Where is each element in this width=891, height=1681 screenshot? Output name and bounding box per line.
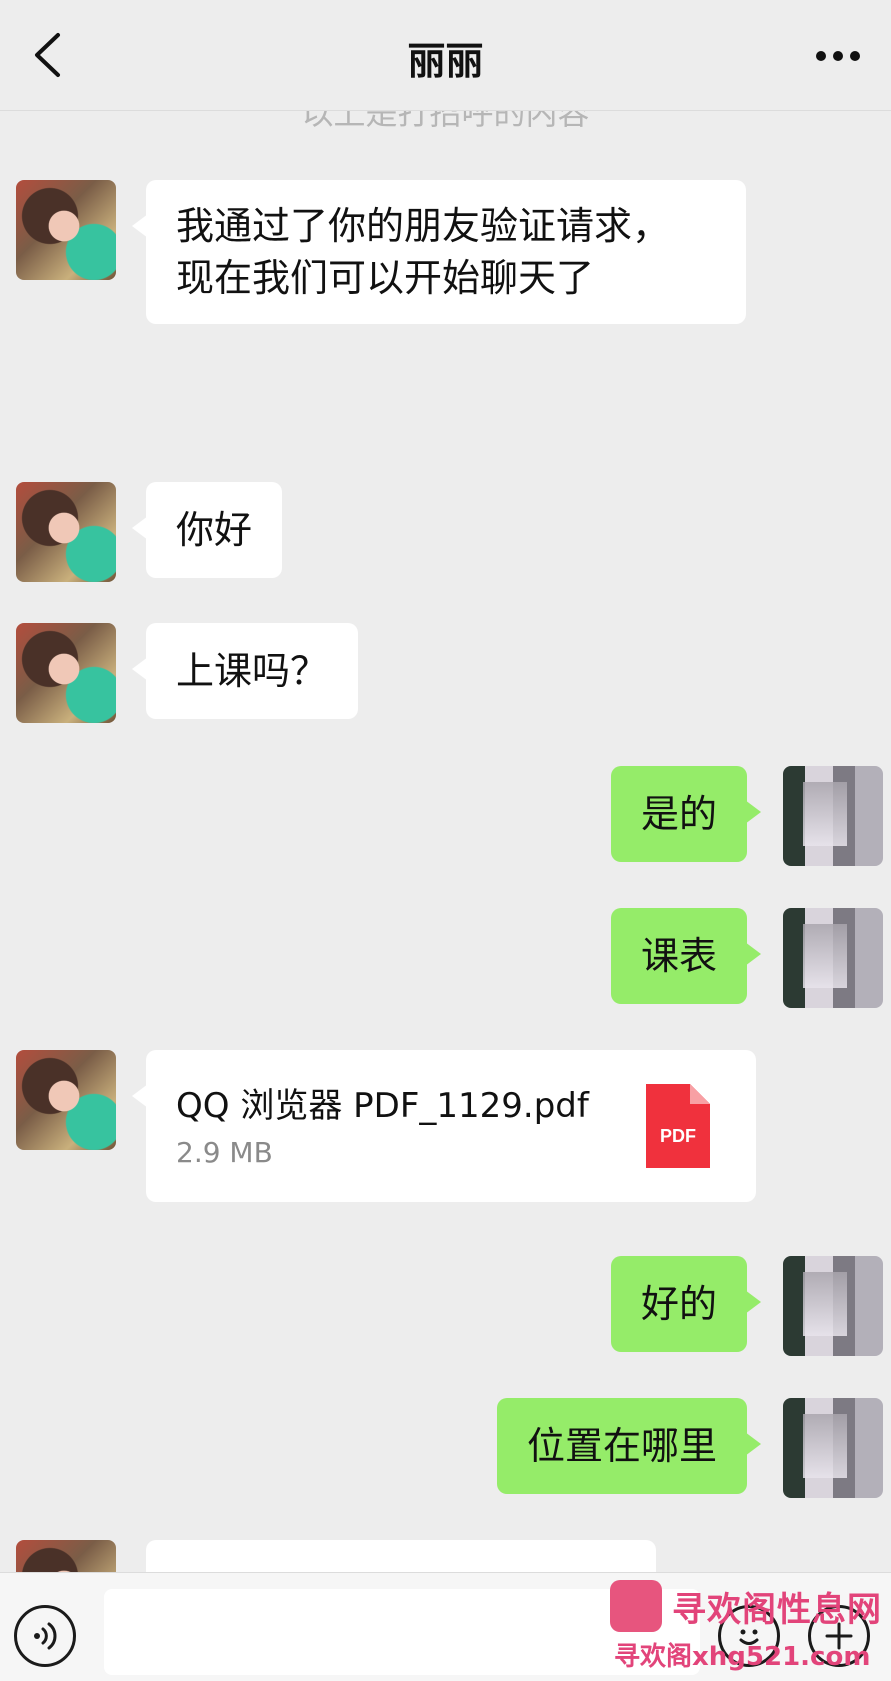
message-bubble[interactable]: 位置在哪里 bbox=[496, 1398, 762, 1494]
message-text: 位置在哪里 bbox=[526, 1424, 717, 1468]
message-text: 课表 bbox=[640, 934, 717, 978]
contact-avatar[interactable] bbox=[16, 1050, 116, 1150]
self-avatar[interactable] bbox=[783, 908, 883, 1008]
message-bubble[interactable]: 上课吗？ bbox=[131, 623, 359, 719]
chat-title: 丽丽 bbox=[407, 39, 484, 83]
message-bubble[interactable]: 课表 bbox=[610, 908, 762, 1004]
message-text: 上课吗？ bbox=[176, 649, 329, 693]
contact-avatar[interactable] bbox=[16, 482, 116, 582]
voice-button[interactable] bbox=[14, 1605, 76, 1667]
watermark-url: 寻欢阁xhg521.com bbox=[614, 1642, 871, 1672]
self-avatar[interactable] bbox=[783, 766, 883, 866]
message-text: 你好 bbox=[176, 508, 253, 552]
message-bubble[interactable]: 是的 bbox=[610, 766, 762, 862]
watermark: 寻欢阁性息网 寻欢阁xhg521.com bbox=[610, 1580, 890, 1676]
message-bubble[interactable]: 我通过了你的朋友验证请求， 现在我们可以开始聊天了 bbox=[132, 180, 746, 324]
pdf-icon-label: PDF bbox=[660, 1126, 696, 1146]
watermark-logo bbox=[610, 1580, 662, 1632]
watermark-title: 寻欢阁性息网 bbox=[672, 1590, 882, 1630]
message-bubble[interactable]: 你好 bbox=[131, 482, 283, 578]
message-bubble[interactable]: 好的 bbox=[610, 1256, 762, 1352]
message-text-line: 我通过了你的朋友验证请求， bbox=[176, 204, 671, 248]
contact-avatar[interactable] bbox=[16, 180, 116, 280]
message-text: 好的 bbox=[640, 1282, 717, 1326]
voice-icon bbox=[34, 1622, 57, 1650]
file-name: QQ 浏览器 PDF_1129.pdf bbox=[176, 1086, 589, 1126]
contact-avatar[interactable] bbox=[16, 623, 116, 723]
more-dots-icon bbox=[816, 51, 860, 61]
self-avatar[interactable] bbox=[783, 1398, 883, 1498]
self-avatar[interactable] bbox=[783, 1256, 883, 1356]
pdf-file-icon: PDF bbox=[646, 1084, 710, 1168]
message-text: 是的 bbox=[640, 792, 717, 836]
file-message[interactable]: QQ 浏览器 PDF_1129.pdf 2.9 MB PDF bbox=[132, 1050, 756, 1202]
message-text-line: 现在我们可以开始聊天了 bbox=[176, 256, 595, 300]
more-button[interactable] bbox=[811, 36, 865, 76]
top-bar: 丽丽 bbox=[0, 0, 891, 111]
file-size: 2.9 MB bbox=[176, 1136, 273, 1169]
